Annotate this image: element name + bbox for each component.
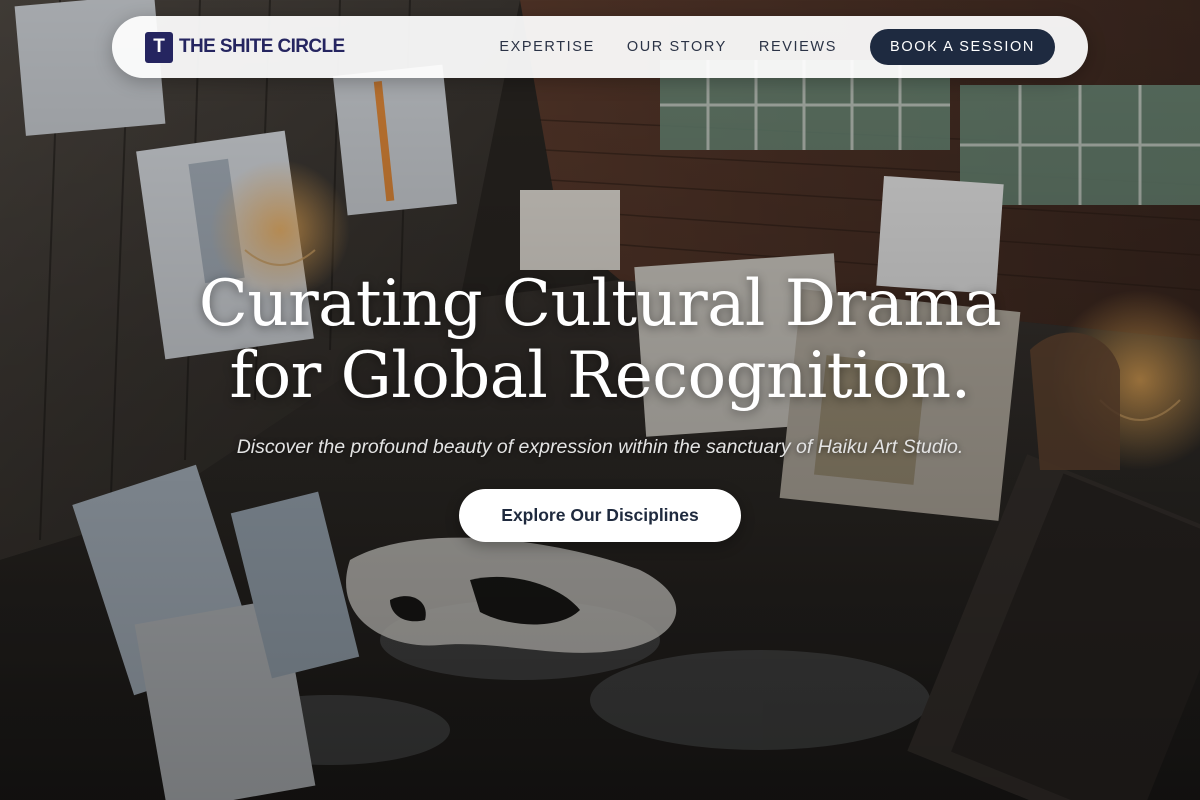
book-session-button[interactable]: BOOK A SESSION [870,29,1055,65]
hero-subtitle: Discover the profound beauty of expressi… [236,436,964,458]
letter-t-logo-icon: T [145,31,173,63]
top-navbar: T THE SHITE CIRCLE EXPERTISE OUR STORY R… [112,16,1088,78]
nav-link-our-story[interactable]: OUR STORY [627,39,727,55]
hero-section: Curating Cultural Drama for Global Recog… [0,268,1200,542]
brand-name: THE SHITE CIRCLE [179,36,345,57]
hero-title-line-1: Curating Cultural Drama [198,267,1002,341]
explore-disciplines-button[interactable]: Explore Our Disciplines [459,489,741,542]
hero-title: Curating Cultural Drama for Global Recog… [0,268,1200,412]
nav-links: EXPERTISE OUR STORY REVIEWS BOOK A SESSI… [499,29,1055,65]
nav-link-reviews[interactable]: REVIEWS [759,39,837,55]
hero-title-line-2: for Global Recognition. [229,339,971,413]
nav-link-expertise[interactable]: EXPERTISE [499,39,595,55]
brand-logo[interactable]: T THE SHITE CIRCLE [145,31,345,63]
